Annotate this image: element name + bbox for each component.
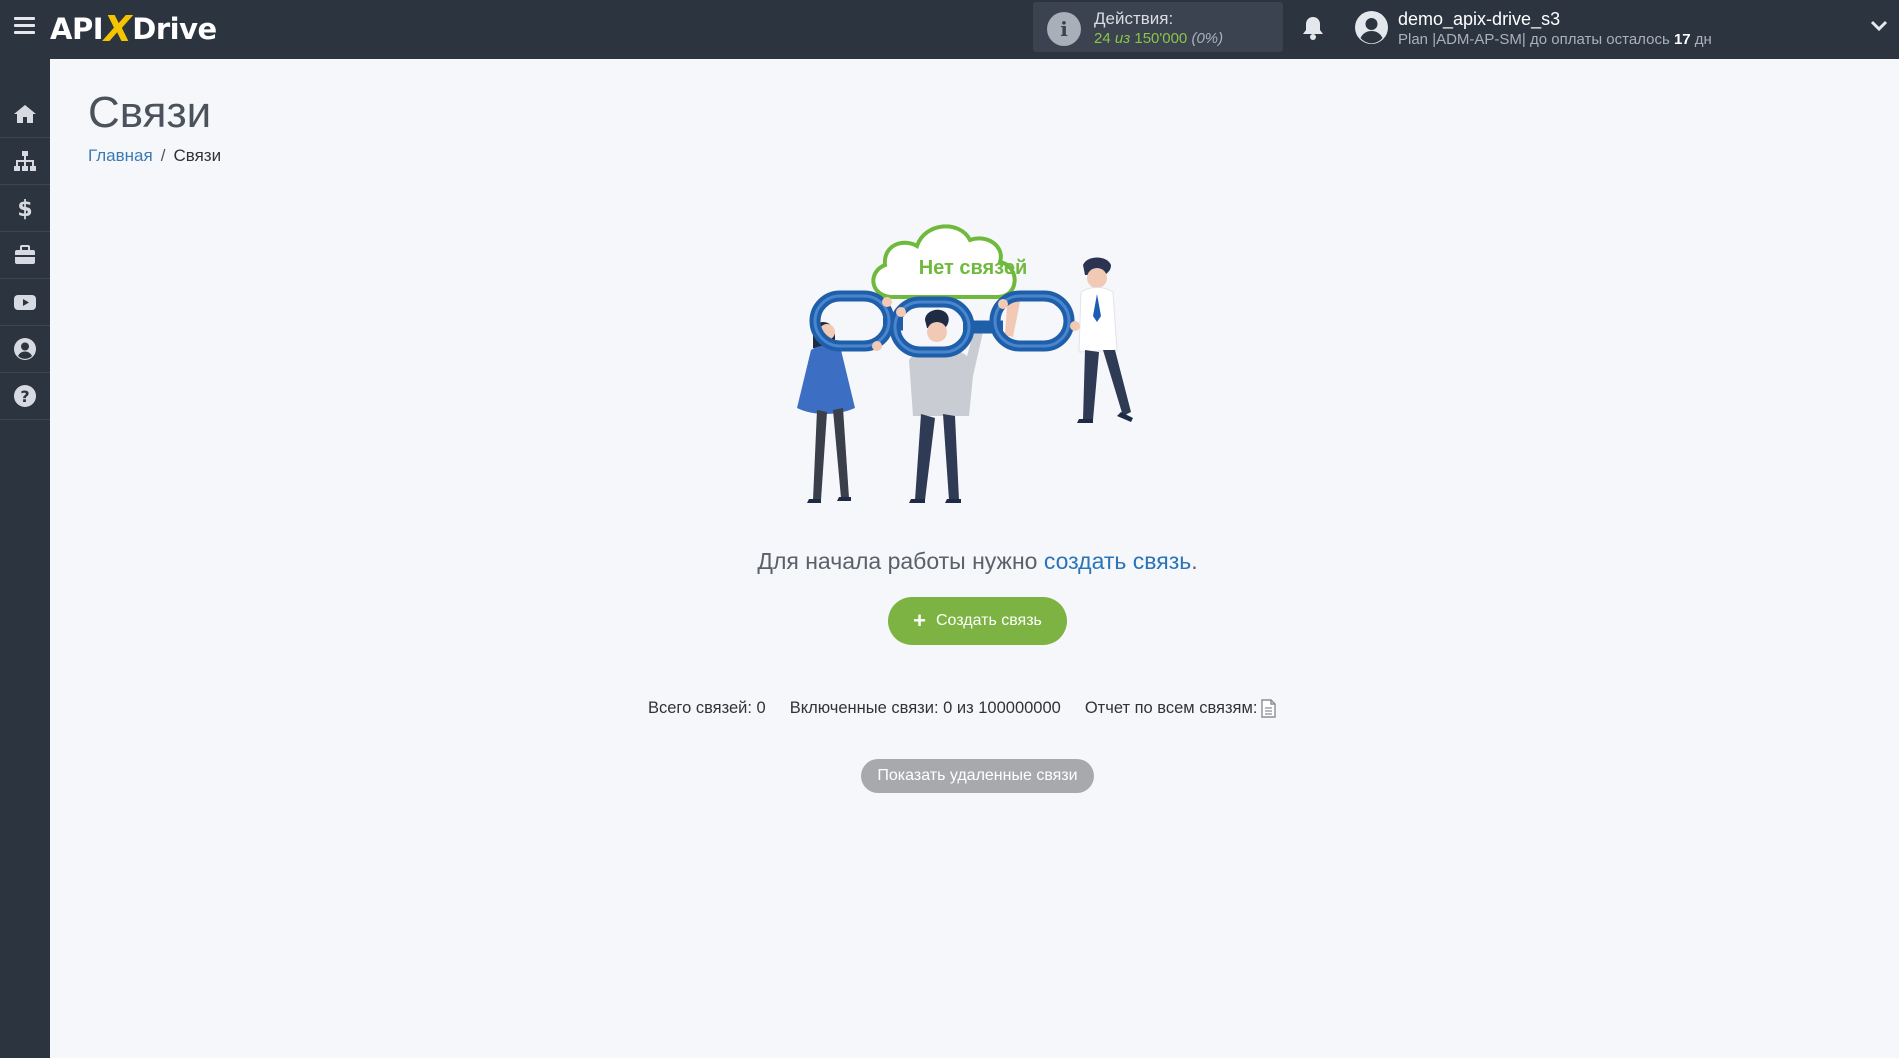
logo[interactable]: API X Drive	[50, 8, 217, 50]
sidebar-item-connections[interactable]	[0, 138, 50, 185]
question-circle-icon: ?	[14, 385, 36, 407]
sidebar-item-help[interactable]: ?	[0, 373, 50, 420]
bell-icon[interactable]	[1301, 15, 1325, 41]
chevron-down-icon[interactable]	[1870, 19, 1888, 33]
sidebar-item-profile[interactable]	[0, 326, 50, 373]
briefcase-icon	[15, 245, 35, 264]
actions-of: из	[1114, 30, 1131, 47]
plan-text: Plan |ADM-AP-SM| до оплаты осталось	[1398, 31, 1670, 48]
actions-percent: (0%)	[1191, 30, 1224, 47]
create-connection-link[interactable]: создать связь	[1044, 548, 1191, 574]
report-label: Отчет по всем связям:	[1084, 699, 1258, 717]
user-name[interactable]: demo_apix-drive_s3	[1398, 9, 1560, 30]
plus-icon: +	[913, 608, 926, 633]
actions-label: Действия:	[1094, 9, 1174, 28]
actions-used: 24	[1094, 30, 1111, 47]
create-button-label: Создать связь	[935, 612, 1042, 629]
man-right-figure	[1077, 257, 1133, 423]
avatar[interactable]	[1355, 11, 1388, 44]
page-title: Связи	[88, 88, 212, 137]
days-unit: дн	[1694, 31, 1712, 48]
cloud-icon: Нет связей	[871, 224, 1028, 299]
sidebar-item-home[interactable]	[0, 91, 50, 138]
create-connection-button[interactable]: + Создать связь	[888, 597, 1067, 645]
hint-end: .	[1191, 548, 1198, 574]
youtube-icon	[14, 295, 36, 310]
info-icon: i	[1047, 12, 1081, 46]
hint-text: Для начала работы нужно	[757, 548, 1038, 574]
svg-text:$: $	[17, 197, 32, 220]
breadcrumb-current: Связи	[173, 146, 222, 165]
sidebar-item-services[interactable]	[0, 232, 50, 279]
empty-state-hint: Для начала работы нужно создать связь.	[0, 548, 1899, 575]
breadcrumb-separator: /	[160, 146, 166, 165]
total-connections: Всего связей: 0	[648, 699, 766, 717]
dollar-icon: $	[17, 197, 32, 220]
no-connections-illustration: Нет связей	[797, 224, 1133, 503]
menu-icon[interactable]	[14, 17, 35, 35]
days-left: 17	[1673, 31, 1691, 48]
top-bar: API X Drive i Действия: 24 из 150'000 (0%)…	[0, 0, 1899, 59]
sidebar-item-video[interactable]	[0, 279, 50, 326]
user-plan: Plan |ADM-AP-SM| до оплаты осталось 17 д…	[1398, 31, 1712, 48]
user-circle-icon	[14, 338, 36, 360]
logo-prefix: API	[50, 12, 104, 46]
sitemap-icon	[14, 151, 36, 171]
connection-stats: Всего связей: 0 Включенные связи: 0 из 1…	[648, 699, 1277, 718]
logo-x: X	[104, 8, 132, 50]
home-icon	[14, 105, 36, 123]
actions-counter[interactable]: i Действия: 24 из 150'000 (0%)	[1033, 2, 1283, 52]
breadcrumb: Главная / Связи	[88, 146, 221, 166]
document-icon[interactable]	[1261, 699, 1277, 718]
actions-value: 24 из 150'000 (0%)	[1094, 30, 1223, 47]
cloud-text: Нет связей	[919, 257, 1028, 279]
breadcrumb-home-link[interactable]: Главная	[88, 146, 153, 165]
actions-total: 150'000	[1134, 30, 1188, 47]
show-deleted-button[interactable]: Показать удаленные связи	[861, 759, 1094, 793]
svg-text:?: ?	[20, 387, 29, 406]
sidebar-item-billing[interactable]: $	[0, 185, 50, 232]
enabled-connections: Включенные связи: 0 из 100000000	[789, 699, 1061, 717]
logo-suffix: Drive	[132, 12, 217, 46]
